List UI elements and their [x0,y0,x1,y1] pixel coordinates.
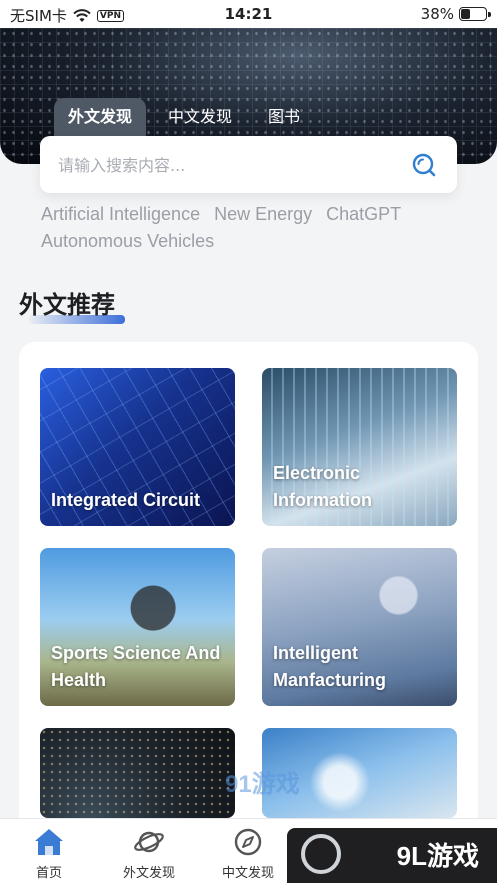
category-card[interactable]: Intelligent Manfacturing [262,548,457,706]
category-card[interactable]: Electronic Information [262,368,457,526]
category-card[interactable]: Sports Science And Health [40,548,235,706]
card-label: Sports Science And Health [51,643,221,690]
section-title-text: 外文推荐 [19,291,115,319]
search-icon[interactable] [411,152,437,178]
hot-tag[interactable]: ChatGPT [326,203,401,225]
nav-label: 首页 [35,866,62,881]
ad-logo-ring [301,834,341,874]
status-right: 38% [420,5,491,23]
search-input[interactable] [58,150,398,180]
watermark: 91游戏 [225,771,300,798]
search-box [40,136,457,193]
hot-tag[interactable]: Artificial Intelligence [41,203,200,225]
tab-chinese-discovery[interactable]: 中文发现 [154,98,246,136]
hot-tag[interactable]: Autonomous Vehicles [41,230,214,252]
battery-percent: 38% [420,5,454,23]
card-label: Intelligent Manfacturing [273,643,387,690]
card-label: Electronic Information [273,463,372,510]
nav-label: 中文发现 [221,866,274,881]
nav-label: 外文发现 [122,866,175,881]
hot-tag[interactable]: New Energy [214,203,312,225]
ad-brand: 9L游戏 [396,841,479,871]
card-label: Integrated Circuit [51,490,201,510]
category-card[interactable]: Integrated Circuit [40,368,235,526]
nav-chinese-discovery[interactable]: 中文发现 [208,827,288,881]
home-icon [35,829,63,855]
compass-icon [234,828,262,856]
nav-foreign-discovery[interactable]: 外文发现 [109,827,189,881]
nav-home[interactable]: 首页 [9,827,89,881]
planet-icon [134,831,164,853]
category-card[interactable] [40,728,235,818]
status-bar: 无SIM卡 VPN 14:21 38% [0,0,497,28]
discovery-tabs: 外文发现 中文发现 图书 [54,98,314,136]
battery-fill [461,9,470,19]
battery-icon [459,7,491,21]
hot-search-tags: Artificial Intelligence New Energy ChatG… [41,203,461,252]
tab-foreign-discovery[interactable]: 外文发现 [54,98,147,136]
section-title: 外文推荐 [19,285,125,324]
ad-banner[interactable]: 9L游戏 [287,828,497,883]
tab-books[interactable]: 图书 [254,98,314,136]
